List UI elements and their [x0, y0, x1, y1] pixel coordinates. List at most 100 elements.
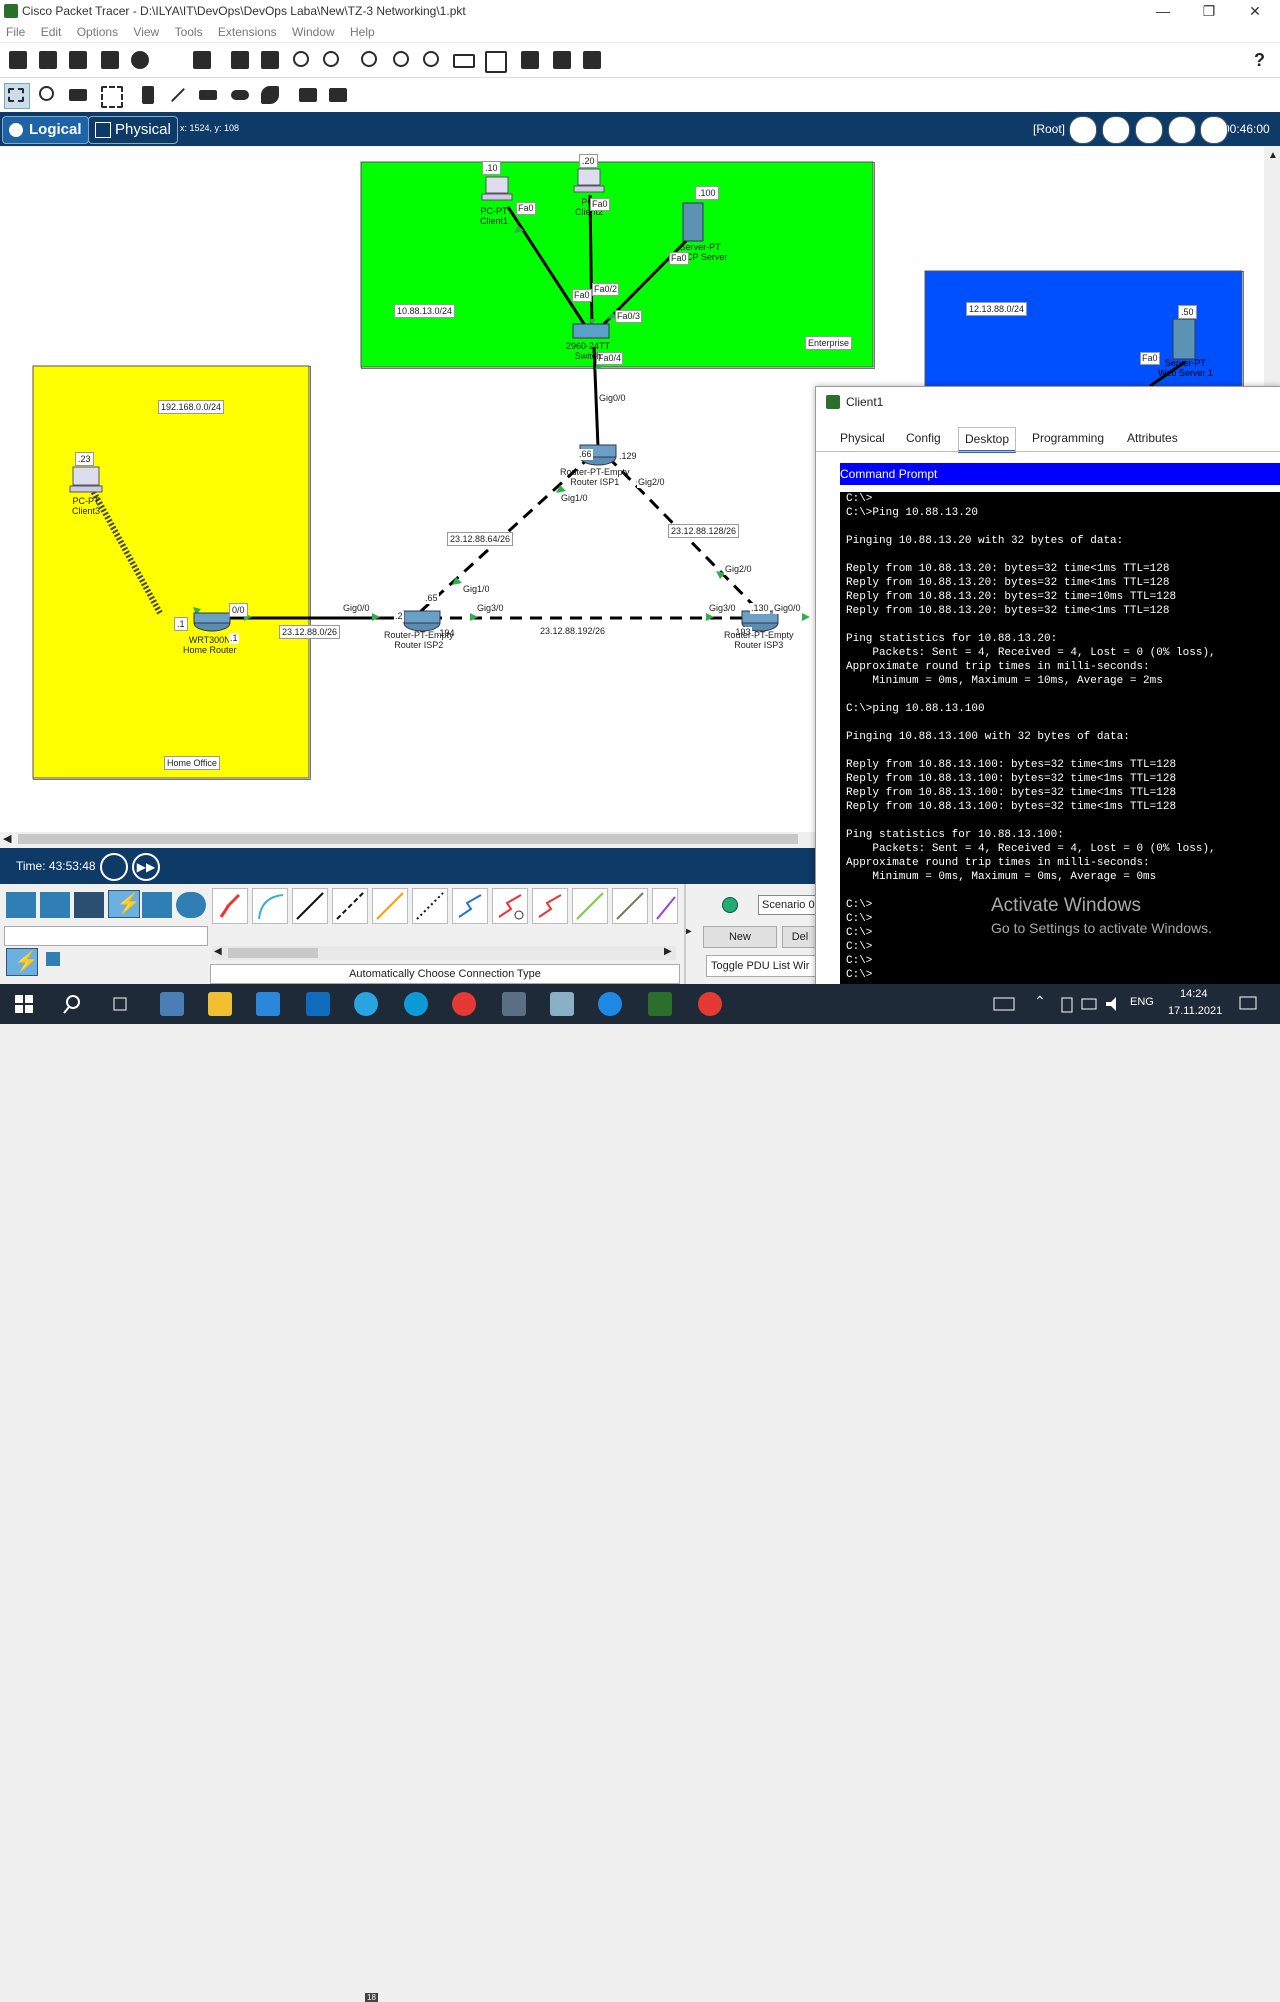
info-icon[interactable] — [128, 48, 152, 72]
menu-tools[interactable]: Tools — [169, 22, 209, 42]
isp1-label[interactable]: Router-PT-Empty Router ISP1 — [560, 467, 630, 487]
tray-expand-icon[interactable]: ⌃ — [1034, 993, 1046, 1010]
misc-icon[interactable] — [142, 892, 172, 918]
search-icon[interactable] — [60, 992, 84, 1016]
packet-tracer-taskbar-icon[interactable] — [648, 992, 672, 1016]
tab-attributes[interactable]: Attributes — [1127, 431, 1178, 445]
move-object-icon[interactable] — [1135, 116, 1163, 144]
fiber-icon[interactable] — [372, 888, 408, 924]
activity-wizard-icon[interactable] — [190, 48, 214, 72]
menu-file[interactable]: File — [0, 22, 31, 42]
webserver-label[interactable]: Server-PT Web Server 1 — [1158, 358, 1213, 378]
copy-icon[interactable] — [228, 48, 252, 72]
client3-label[interactable]: PC-PT Client3 — [72, 496, 100, 516]
notification-icon[interactable] — [1236, 992, 1260, 1016]
power-cycle-icon[interactable] — [100, 853, 128, 881]
volume-icon[interactable] — [1102, 992, 1126, 1016]
network-icon[interactable] — [1078, 992, 1102, 1016]
menu-view[interactable]: View — [127, 22, 165, 42]
print-icon[interactable] — [98, 48, 122, 72]
draw-ellipse-icon[interactable] — [228, 83, 252, 107]
image-icon[interactable] — [580, 48, 604, 72]
client1-label[interactable]: PC-PT Client1 — [480, 206, 508, 226]
add-complex-pdu-icon[interactable] — [326, 83, 350, 107]
isp2-label[interactable]: Router-PT-Empty Router ISP2 — [384, 630, 454, 650]
menu-options[interactable]: Options — [71, 22, 124, 42]
usb-cable-icon[interactable] — [652, 888, 678, 924]
save-icon[interactable] — [66, 48, 90, 72]
scenario-info-icon[interactable] — [722, 897, 738, 913]
maximize-button[interactable]: ❐ — [1186, 0, 1232, 22]
app-pinned-icon[interactable] — [160, 992, 184, 1016]
cloud-icon[interactable] — [1102, 116, 1130, 144]
back-icon[interactable] — [1069, 116, 1097, 144]
language-indicator[interactable]: ENG — [1130, 996, 1154, 1008]
scroll-thumb[interactable] — [18, 834, 798, 844]
logical-tab[interactable]: Logical — [2, 116, 89, 144]
new-scenario-button[interactable]: New — [703, 926, 777, 948]
delete-icon[interactable] — [66, 83, 90, 107]
tab-physical[interactable]: Physical — [840, 431, 885, 445]
zoom-out-icon[interactable] — [420, 48, 444, 72]
fast-forward-icon[interactable]: ▶▶ — [132, 853, 160, 881]
minimize-button[interactable]: — — [1140, 0, 1186, 22]
physical-tab[interactable]: Physical — [88, 116, 178, 144]
skype-icon[interactable] — [404, 992, 428, 1016]
telegram-icon[interactable] — [354, 992, 378, 1016]
conn-scroll-thumb[interactable] — [228, 948, 318, 958]
scroll-left-icon[interactable]: ◀ — [3, 832, 11, 845]
tab-desktop[interactable]: Desktop — [958, 427, 1017, 453]
chrome-profile-icon[interactable] — [698, 992, 722, 1016]
tab-config[interactable]: Config — [906, 431, 941, 445]
task-view-icon[interactable] — [108, 992, 132, 1016]
connections-category-icon[interactable]: ⚡ — [108, 890, 141, 918]
edge-icon[interactable] — [598, 992, 622, 1016]
chrome-icon[interactable] — [452, 992, 476, 1016]
paste-icon[interactable] — [258, 48, 282, 72]
viewport-clock-icon[interactable] — [1200, 116, 1228, 144]
serial-dce-icon[interactable] — [492, 888, 528, 924]
notes-app-icon[interactable] — [550, 992, 574, 1016]
device-search-field[interactable] — [4, 926, 208, 946]
conn-scroll-left-icon[interactable]: ◀ — [214, 946, 222, 957]
toggle-pdu-list-button[interactable]: Toggle PDU List Wir — [706, 955, 822, 977]
canvas-horizontal-scrollbar[interactable]: ◀ — [0, 832, 820, 846]
resize-shape-icon[interactable] — [98, 83, 123, 108]
undo-icon[interactable] — [290, 48, 314, 72]
auto-connection-icon[interactable] — [212, 888, 248, 924]
network-device-icon[interactable] — [550, 48, 574, 72]
menu-edit[interactable]: Edit — [35, 22, 68, 42]
end-devices-icon[interactable] — [40, 892, 70, 918]
crossover-icon[interactable] — [332, 888, 368, 924]
canvas-vertical-scrollbar[interactable]: ▲ — [1264, 147, 1280, 397]
zoom-reset-icon[interactable] — [390, 48, 414, 72]
console-cable-icon[interactable] — [252, 888, 288, 924]
conn-scroll-right-icon[interactable]: ▶ — [664, 946, 672, 957]
network-devices-icon[interactable] — [6, 892, 36, 918]
root-label[interactable]: [Root] — [1033, 122, 1065, 136]
notes-icon[interactable] — [518, 48, 542, 72]
connection-type-icon[interactable]: ⚡ — [6, 948, 39, 976]
place-note-icon[interactable] — [136, 83, 160, 107]
draw-line-icon[interactable] — [166, 83, 190, 107]
inspect-icon[interactable] — [36, 83, 60, 107]
phone-cable-icon[interactable] — [412, 888, 448, 924]
components-icon[interactable] — [74, 892, 104, 918]
zoom-in-icon[interactable] — [358, 48, 382, 72]
grid-icon[interactable] — [40, 948, 70, 974]
new-file-icon[interactable] — [6, 48, 30, 72]
select-icon[interactable] — [4, 83, 30, 109]
scroll-up-icon[interactable]: ▲ — [1268, 150, 1278, 161]
custom-devices-icon[interactable] — [482, 48, 507, 73]
menu-extensions[interactable]: Extensions — [212, 22, 283, 42]
file-explorer-icon[interactable] — [208, 992, 232, 1016]
mail-icon[interactable] — [306, 992, 330, 1016]
octal-cable-icon[interactable] — [572, 888, 608, 924]
straight-through-icon[interactable] — [292, 888, 328, 924]
close-button[interactable]: ✕ — [1232, 0, 1278, 22]
taskbar-date[interactable]: 17.11.2021 — [1168, 1005, 1222, 1017]
connection-scrollbar[interactable]: ◀ ▶ — [212, 946, 676, 960]
taskbar-time[interactable]: 14:24 — [1180, 988, 1208, 1000]
isp3-label[interactable]: Router-PT-Empty Router ISP3 — [724, 630, 794, 650]
open-folder-icon[interactable] — [36, 48, 60, 72]
